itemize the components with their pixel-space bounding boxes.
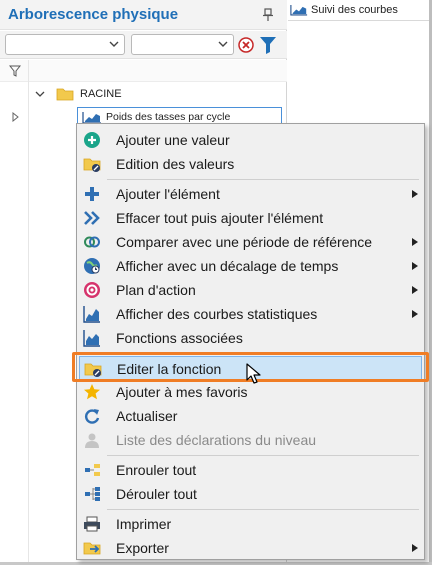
menu-item-label: Imprimer bbox=[116, 516, 172, 532]
menu-item-refresh[interactable]: Actualiser bbox=[79, 404, 422, 428]
pin-icon[interactable] bbox=[262, 8, 274, 22]
menu-item-label: Exporter bbox=[116, 540, 169, 556]
refresh-icon bbox=[85, 409, 100, 424]
printer-icon bbox=[84, 516, 100, 532]
action-plan-icon bbox=[84, 282, 100, 298]
menu-item-collapse-all[interactable]: Enrouler tout bbox=[79, 458, 422, 482]
tab-label: Suivi des courbes bbox=[311, 4, 398, 16]
context-menu: Ajouter une valeur Edition des valeurs A… bbox=[76, 123, 425, 560]
add-circle-icon bbox=[84, 132, 100, 148]
globe-clock-icon bbox=[84, 258, 100, 274]
submenu-arrow-icon bbox=[412, 544, 418, 552]
menu-item-label: Actualiser bbox=[116, 408, 178, 424]
menu-item-clear-and-add[interactable]: Effacer tout puis ajouter l'élément bbox=[79, 206, 422, 230]
chevron-down-icon bbox=[218, 41, 228, 47]
tree-root-row[interactable]: RACINE bbox=[34, 85, 122, 103]
submenu-arrow-icon bbox=[412, 310, 418, 318]
person-icon bbox=[85, 433, 99, 448]
compare-circles-icon bbox=[84, 236, 100, 248]
folder-edit-icon bbox=[83, 158, 101, 172]
menu-item-compare-period[interactable]: Comparer avec une période de référence bbox=[79, 230, 422, 254]
menu-item-label: Enrouler tout bbox=[116, 462, 197, 478]
menu-item-label: Afficher des courbes statistiques bbox=[116, 306, 318, 322]
panel-header: Arborescence physique bbox=[0, 0, 287, 30]
menu-item-add-value[interactable]: Ajouter une valeur bbox=[79, 128, 422, 152]
menu-item-label: Edition des valeurs bbox=[116, 156, 235, 172]
menu-item-label: Ajouter à mes favoris bbox=[116, 384, 248, 400]
export-icon bbox=[83, 542, 101, 555]
tree-column-divider bbox=[28, 60, 29, 565]
menu-item-label: Plan d'action bbox=[116, 282, 196, 298]
menu-item-print[interactable]: Imprimer bbox=[79, 512, 422, 536]
submenu-arrow-icon bbox=[412, 238, 418, 246]
apply-filter-icon[interactable] bbox=[259, 35, 277, 55]
double-chevron-icon bbox=[84, 211, 100, 225]
submenu-arrow-icon bbox=[412, 190, 418, 198]
submenu-arrow-icon bbox=[412, 286, 418, 294]
expand-arrow-icon[interactable] bbox=[10, 112, 20, 122]
menu-item-label: Ajouter l'élément bbox=[116, 186, 220, 202]
menu-item-label: Fonctions associées bbox=[116, 330, 243, 346]
menu-item-label: Comparer avec une période de référence bbox=[116, 234, 373, 250]
stats-chart-icon bbox=[83, 306, 100, 323]
plus-icon bbox=[85, 187, 99, 201]
menu-item-statistical-curves[interactable]: Afficher des courbes statistiques bbox=[79, 302, 422, 326]
tree-node-label: Poids des tasses par cycle bbox=[106, 111, 231, 123]
submenu-arrow-icon bbox=[412, 262, 418, 270]
menu-item-expand-all[interactable]: Dérouler tout bbox=[79, 482, 422, 506]
filter-select-1[interactable] bbox=[5, 34, 125, 55]
mouse-cursor-icon bbox=[246, 363, 261, 384]
menu-item-label: Afficher avec un décalage de temps bbox=[116, 258, 339, 274]
tab-divider bbox=[288, 20, 432, 21]
menu-item-edit-values[interactable]: Edition des valeurs bbox=[79, 152, 422, 176]
star-icon bbox=[84, 384, 100, 400]
menu-separator bbox=[107, 179, 419, 180]
menu-item-add-element[interactable]: Ajouter l'élément bbox=[79, 182, 422, 206]
collapse-arrow-icon[interactable] bbox=[34, 88, 46, 100]
tab-curves-tracking[interactable]: Suivi des courbes bbox=[288, 0, 398, 20]
tree-root-label: RACINE bbox=[80, 88, 122, 100]
clear-filter-icon[interactable] bbox=[238, 37, 254, 53]
menu-item-associated-functions[interactable]: Fonctions associées bbox=[79, 326, 422, 350]
menu-item-export[interactable]: Exporter bbox=[79, 536, 422, 560]
collapse-tree-icon bbox=[85, 464, 100, 476]
chart-icon bbox=[82, 111, 101, 124]
chart-functions-icon bbox=[83, 330, 100, 347]
menu-item-time-offset[interactable]: Afficher avec un décalage de temps bbox=[79, 254, 422, 278]
menu-item-action-plan[interactable]: Plan d'action bbox=[79, 278, 422, 302]
menu-item-level-declarations: Liste des déclarations du niveau bbox=[79, 428, 422, 452]
tree-filter-row bbox=[0, 60, 287, 82]
chart-icon bbox=[290, 5, 308, 16]
filter-select-2[interactable] bbox=[131, 34, 234, 55]
funnel-icon[interactable] bbox=[9, 65, 21, 77]
panel-title: Arborescence physique bbox=[8, 6, 179, 23]
menu-item-label: Effacer tout puis ajouter l'élément bbox=[116, 210, 324, 226]
menu-separator bbox=[107, 509, 419, 510]
filter-toolbar bbox=[0, 31, 287, 59]
expand-tree-icon bbox=[85, 487, 100, 501]
menu-item-label: Dérouler tout bbox=[116, 486, 197, 502]
folder-icon bbox=[56, 88, 74, 101]
chevron-down-icon bbox=[109, 41, 119, 47]
menu-item-label: Liste des déclarations du niveau bbox=[116, 432, 317, 448]
menu-separator bbox=[107, 455, 419, 456]
menu-item-label: Ajouter une valeur bbox=[116, 132, 230, 148]
